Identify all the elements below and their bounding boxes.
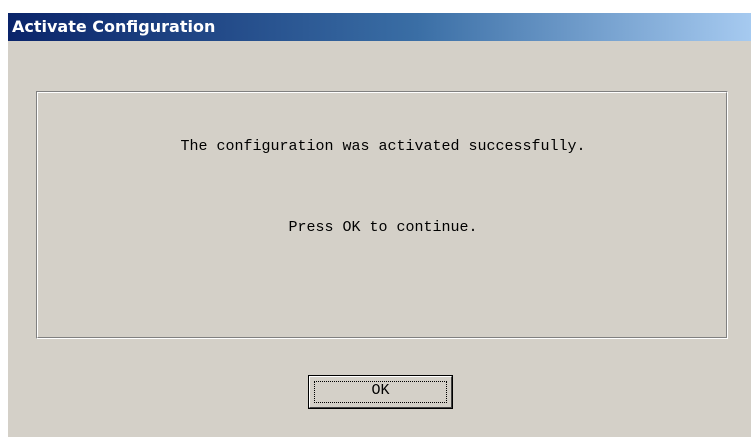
message-panel: The configuration was activated successf… <box>37 92 727 338</box>
activate-configuration-dialog: Activate Configuration The configuration… <box>8 13 751 437</box>
message-group-box: The configuration was activated successf… <box>36 91 728 339</box>
continue-prompt: Press OK to continue. <box>288 219 478 236</box>
title-bar[interactable]: Activate Configuration <box>8 13 751 41</box>
ok-button[interactable]: OK <box>308 375 453 409</box>
window-title: Activate Configuration <box>12 17 216 36</box>
ok-button-label: OK <box>371 382 390 399</box>
success-message: The configuration was activated successf… <box>180 138 586 155</box>
